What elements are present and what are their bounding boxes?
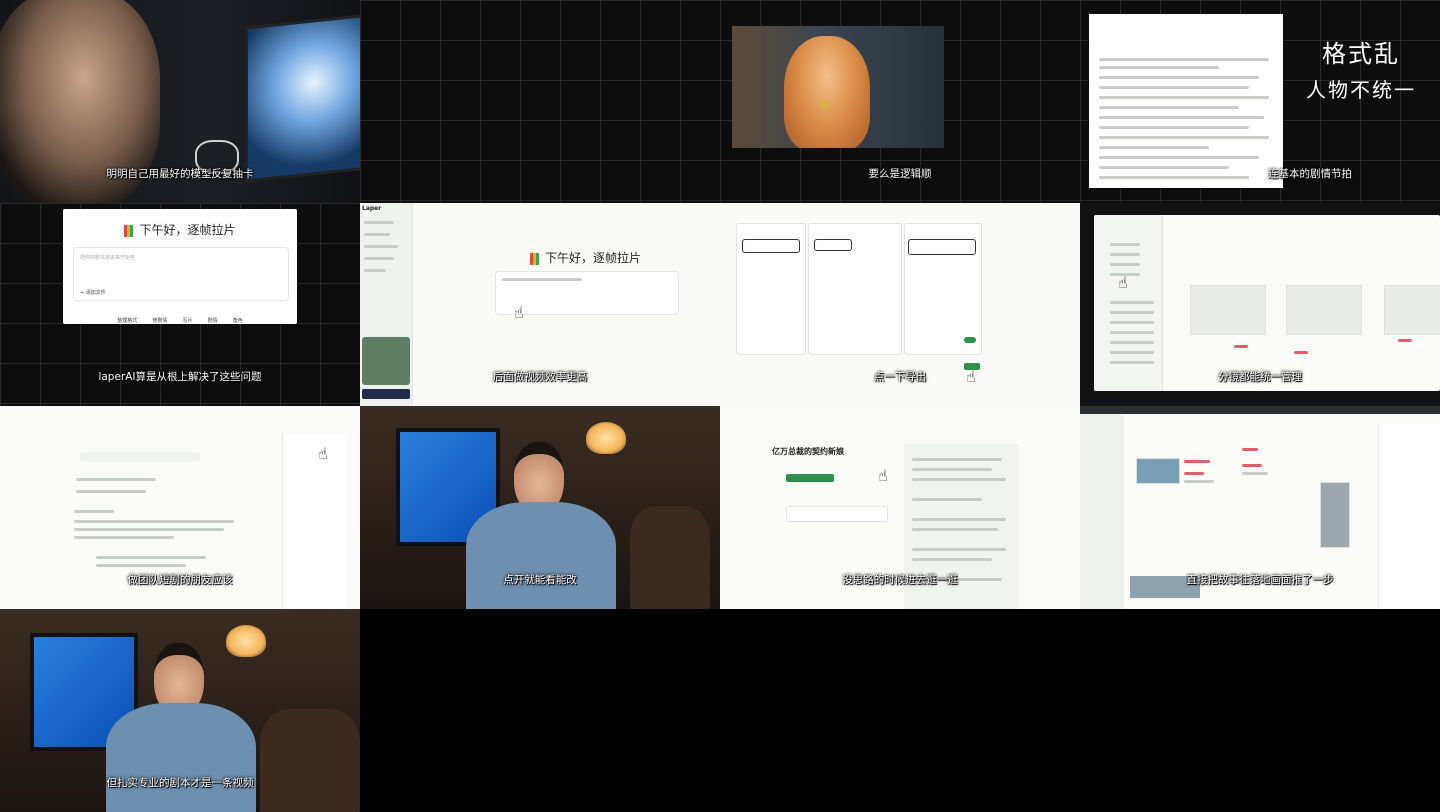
presenter-shirt [466,502,616,609]
chip-character[interactable]: 角色 [233,317,243,324]
tile-laper-home: 下午好，逐帧拉片 把你的剧本放进来开始吧 + 添加文件 整理格式 修剧情 写片 … [0,203,360,406]
chip-story[interactable]: 剧情 [208,317,218,324]
toggle-switch[interactable] [964,337,976,343]
editor-toolbar [80,452,200,462]
tile-canvas: 直接把故事往落地画面推了一步 [1080,406,1440,609]
subtitle: 连基本的剧情节拍 [1268,168,1352,180]
tile-presenter-2: 但扎实专业的剧本才是一条视频 [0,609,360,812]
subtitle: 要么是逻辑顺 [868,168,932,180]
canvas-topbar [1080,406,1440,414]
chair [260,709,360,812]
tile-cat: 要么是逻辑顺 [720,0,1080,203]
option-selected[interactable] [814,239,852,251]
greeting: 下午好，逐帧拉片 [63,221,297,238]
chip-format[interactable]: 整理格式 [117,317,137,324]
tile-storyboard: ☝ 分镜都能统一管理 [1080,203,1440,406]
storyboard-sidebar [1094,215,1163,391]
laper-logo-icon [530,252,539,265]
tile-empty-grid [360,0,720,203]
tile-empty-3 [1080,609,1440,812]
tile-empty-1 [360,609,720,812]
overlay-title-2: 人物不统一 [1306,78,1416,102]
item-selected[interactable] [908,239,976,255]
script-doc [1089,14,1283,188]
tile-laper-app: Laper 下午好，逐帧拉片 ☝ 后面做视频效率更高 [360,203,720,406]
subtitle: 但扎实专业的剧本才是一条视频 [106,777,254,789]
tile-presenter-1: 点开就能看能改 [360,406,720,609]
chip-plot[interactable]: 修剧情 [152,317,167,324]
subtitle: laperAI算是从根上解决了这些问题 [98,371,262,383]
node-image-1[interactable] [1136,458,1180,484]
subtitle: 点一下导出 [873,371,927,383]
cursor-hand-icon: ☝ [878,466,888,485]
tile-messy-script: 格式乱 人物不统一 连基本的剧情节拍 [1080,0,1440,203]
subtitle: 做团队短剧的朋友应该 [127,574,233,586]
cursor-hand-icon: ☝ [318,444,328,463]
doc-title: 亿万总裁的契约新娘 [772,447,844,456]
open-button[interactable] [786,474,834,482]
overlay-title-1: 格式乱 [1322,40,1400,68]
shot-thumb-1[interactable] [1190,285,1266,335]
monitor-art [245,13,360,183]
tile-export: ☝ 点一下导出 [720,203,1080,406]
laper-logo-icon [124,224,134,237]
presenter-shirt [106,703,256,812]
cat-bell [820,100,830,110]
cursor-hand-icon: ☝ [1118,273,1128,292]
comment-card [786,506,888,522]
upload-button[interactable]: + 添加文件 [80,289,106,296]
cat-photo [732,26,944,148]
new-button[interactable] [362,389,410,399]
subtitle: 后面做视频效率更高 [492,371,588,383]
subtitle: 直接把故事往落地画面推了一步 [1186,574,1334,586]
quick-chips: 整理格式 修剧情 写片 剧情 角色 [63,307,297,324]
cat-body [784,36,870,148]
subtitle: 点开就能看能改 [503,574,577,586]
cursor-hand-icon: ☝ [514,303,524,322]
storyboard-window: ☝ [1094,215,1440,391]
tile-script-view: 亿万总裁的契约新娘 ☝ 没思路的时候进去逛一逛 [720,406,1080,609]
prompt-placeholder: 把你的剧本放进来开始吧 [80,255,136,261]
chip-write[interactable]: 写片 [182,317,192,324]
tile-empty-2 [720,609,1080,812]
greeting: 下午好，逐帧拉片 [530,249,641,266]
chair [630,506,710,609]
node-image-2[interactable] [1320,482,1350,548]
shot-thumb-3[interactable] [1384,285,1440,335]
prompt-box[interactable]: 把你的剧本放进来开始吧 + 添加文件 [73,247,289,301]
subtitle: 分镜都能统一管理 [1218,371,1302,383]
laper-home-window: 下午好，逐帧拉片 把你的剧本放进来开始吧 + 添加文件 整理格式 修剧情 写片 … [63,209,297,324]
brand: Laper [362,205,382,212]
subtitle: 没思路的时候进去逛一逛 [842,574,958,586]
tile-creator-drawing: 明明自己用最好的模型反复抽卡 [0,0,360,203]
tile-team-editor: ☝ 做团队短剧的朋友应该 [0,406,360,609]
subtitle: 明明自己用最好的模型反复抽卡 [106,168,254,180]
row-selected[interactable] [742,239,800,253]
shot-thumb-2[interactable] [1286,285,1362,335]
